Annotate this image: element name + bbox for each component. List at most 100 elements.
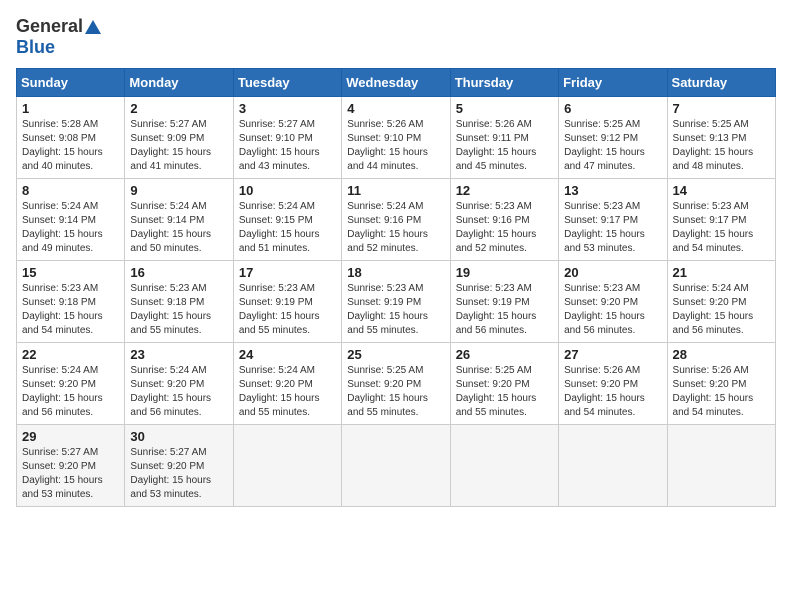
day-info: Sunrise: 5:26 AMSunset: 9:20 PMDaylight:… <box>564 364 661 420</box>
weekday-header-monday: Monday <box>125 69 233 97</box>
day-info: Sunrise: 5:24 AMSunset: 9:20 PMDaylight:… <box>239 364 336 420</box>
calendar-cell: 23 Sunrise: 5:24 AMSunset: 9:20 PMDayligh… <box>125 343 233 425</box>
calendar-cell: 14 Sunrise: 5:23 AMSunset: 9:17 PMDayligh… <box>667 179 775 261</box>
day-number: 12 <box>456 183 553 198</box>
day-info: Sunrise: 5:23 AMSunset: 9:17 PMDaylight:… <box>564 200 661 256</box>
calendar-cell: 4 Sunrise: 5:26 AMSunset: 9:10 PMDaylight… <box>342 97 450 179</box>
weekday-header-row: SundayMondayTuesdayWednesdayThursdayFrid… <box>17 69 776 97</box>
day-number: 9 <box>130 183 227 198</box>
calendar-week-row: 29 Sunrise: 5:27 AMSunset: 9:20 PMDayligh… <box>17 425 776 507</box>
calendar-cell: 10 Sunrise: 5:24 AMSunset: 9:15 PMDayligh… <box>233 179 341 261</box>
day-number: 3 <box>239 101 336 116</box>
calendar-cell: 13Sunrise: 5:23 AMSunset: 9:17 PMDayligh… <box>559 179 667 261</box>
day-info: Sunrise: 5:23 AMSunset: 9:18 PMDaylight:… <box>22 282 119 338</box>
calendar-cell: 18 Sunrise: 5:23 AMSunset: 9:19 PMDayligh… <box>342 261 450 343</box>
calendar-cell: 29 Sunrise: 5:27 AMSunset: 9:20 PMDayligh… <box>17 425 125 507</box>
day-number: 21 <box>673 265 770 280</box>
day-info: Sunrise: 5:25 AMSunset: 9:13 PMDaylight:… <box>673 118 770 174</box>
calendar-week-row: 8 Sunrise: 5:24 AMSunset: 9:14 PMDaylight… <box>17 179 776 261</box>
day-info: Sunrise: 5:27 AMSunset: 9:20 PMDaylight:… <box>22 446 119 502</box>
day-number: 23 <box>130 347 227 362</box>
calendar-cell: 5 Sunrise: 5:26 AMSunset: 9:11 PMDaylight… <box>450 97 558 179</box>
logo-general-text: General <box>16 16 83 37</box>
weekday-header-tuesday: Tuesday <box>233 69 341 97</box>
day-info: Sunrise: 5:26 AMSunset: 9:20 PMDaylight:… <box>673 364 770 420</box>
calendar-cell: 8 Sunrise: 5:24 AMSunset: 9:14 PMDaylight… <box>17 179 125 261</box>
day-info: Sunrise: 5:28 AMSunset: 9:08 PMDaylight:… <box>22 118 119 174</box>
day-info: Sunrise: 5:24 AMSunset: 9:14 PMDaylight:… <box>130 200 227 256</box>
day-info: Sunrise: 5:23 AMSunset: 9:19 PMDaylight:… <box>347 282 444 338</box>
day-number: 2 <box>130 101 227 116</box>
day-number: 27 <box>564 347 661 362</box>
day-number: 8 <box>22 183 119 198</box>
day-info: Sunrise: 5:24 AMSunset: 9:14 PMDaylight:… <box>22 200 119 256</box>
day-number: 10 <box>239 183 336 198</box>
calendar-cell: 20 Sunrise: 5:23 AMSunset: 9:20 PMDayligh… <box>559 261 667 343</box>
day-info: Sunrise: 5:27 AMSunset: 9:09 PMDaylight:… <box>130 118 227 174</box>
calendar-cell: 2 Sunrise: 5:27 AMSunset: 9:09 PMDaylight… <box>125 97 233 179</box>
day-info: Sunrise: 5:23 AMSunset: 9:17 PMDaylight:… <box>673 200 770 256</box>
calendar-cell <box>342 425 450 507</box>
calendar-cell: 25Sunrise: 5:25 AMSunset: 9:20 PMDayligh… <box>342 343 450 425</box>
calendar-cell <box>233 425 341 507</box>
day-info: Sunrise: 5:24 AMSunset: 9:20 PMDaylight:… <box>22 364 119 420</box>
weekday-header-saturday: Saturday <box>667 69 775 97</box>
weekday-header-sunday: Sunday <box>17 69 125 97</box>
weekday-header-friday: Friday <box>559 69 667 97</box>
weekday-header-wednesday: Wednesday <box>342 69 450 97</box>
day-info: Sunrise: 5:23 AMSunset: 9:19 PMDaylight:… <box>239 282 336 338</box>
calendar-cell: 6 Sunrise: 5:25 AMSunset: 9:12 PMDaylight… <box>559 97 667 179</box>
calendar-cell: 12 Sunrise: 5:23 AMSunset: 9:16 PMDayligh… <box>450 179 558 261</box>
day-info: Sunrise: 5:27 AMSunset: 9:10 PMDaylight:… <box>239 118 336 174</box>
day-number: 6 <box>564 101 661 116</box>
calendar-week-row: 22Sunrise: 5:24 AMSunset: 9:20 PMDayligh… <box>17 343 776 425</box>
logo-blue-text: Blue <box>16 37 55 58</box>
day-number: 1 <box>22 101 119 116</box>
day-info: Sunrise: 5:24 AMSunset: 9:16 PMDaylight:… <box>347 200 444 256</box>
day-number: 19 <box>456 265 553 280</box>
day-number: 7 <box>673 101 770 116</box>
calendar-cell <box>450 425 558 507</box>
calendar-cell: 30Sunrise: 5:27 AMSunset: 9:20 PMDayligh… <box>125 425 233 507</box>
calendar-cell: 3 Sunrise: 5:27 AMSunset: 9:10 PMDaylight… <box>233 97 341 179</box>
calendar-cell: 21 Sunrise: 5:24 AMSunset: 9:20 PMDayligh… <box>667 261 775 343</box>
calendar-week-row: 15 Sunrise: 5:23 AMSunset: 9:18 PMDayligh… <box>17 261 776 343</box>
calendar-cell: 15 Sunrise: 5:23 AMSunset: 9:18 PMDayligh… <box>17 261 125 343</box>
logo-icon <box>85 20 101 34</box>
day-number: 15 <box>22 265 119 280</box>
calendar-cell: 26Sunrise: 5:25 AMSunset: 9:20 PMDayligh… <box>450 343 558 425</box>
day-number: 29 <box>22 429 119 444</box>
day-number: 16 <box>130 265 227 280</box>
day-info: Sunrise: 5:25 AMSunset: 9:12 PMDaylight:… <box>564 118 661 174</box>
day-info: Sunrise: 5:26 AMSunset: 9:10 PMDaylight:… <box>347 118 444 174</box>
day-info: Sunrise: 5:26 AMSunset: 9:11 PMDaylight:… <box>456 118 553 174</box>
day-info: Sunrise: 5:23 AMSunset: 9:20 PMDaylight:… <box>564 282 661 338</box>
day-info: Sunrise: 5:24 AMSunset: 9:20 PMDaylight:… <box>130 364 227 420</box>
day-number: 4 <box>347 101 444 116</box>
calendar-cell: 16Sunrise: 5:23 AMSunset: 9:18 PMDayligh… <box>125 261 233 343</box>
calendar-cell: 7 Sunrise: 5:25 AMSunset: 9:13 PMDaylight… <box>667 97 775 179</box>
day-number: 25 <box>347 347 444 362</box>
day-info: Sunrise: 5:24 AMSunset: 9:20 PMDaylight:… <box>673 282 770 338</box>
day-number: 14 <box>673 183 770 198</box>
calendar-cell: 27 Sunrise: 5:26 AMSunset: 9:20 PMDayligh… <box>559 343 667 425</box>
day-number: 5 <box>456 101 553 116</box>
day-info: Sunrise: 5:27 AMSunset: 9:20 PMDaylight:… <box>130 446 227 502</box>
calendar-cell: 17Sunrise: 5:23 AMSunset: 9:19 PMDayligh… <box>233 261 341 343</box>
day-info: Sunrise: 5:25 AMSunset: 9:20 PMDaylight:… <box>456 364 553 420</box>
day-number: 18 <box>347 265 444 280</box>
calendar-cell <box>667 425 775 507</box>
day-number: 24 <box>239 347 336 362</box>
calendar-cell: 11 Sunrise: 5:24 AMSunset: 9:16 PMDayligh… <box>342 179 450 261</box>
day-number: 11 <box>347 183 444 198</box>
day-info: Sunrise: 5:24 AMSunset: 9:15 PMDaylight:… <box>239 200 336 256</box>
header: General Blue <box>16 16 776 58</box>
calendar-cell: 22Sunrise: 5:24 AMSunset: 9:20 PMDayligh… <box>17 343 125 425</box>
day-number: 28 <box>673 347 770 362</box>
day-info: Sunrise: 5:23 AMSunset: 9:16 PMDaylight:… <box>456 200 553 256</box>
calendar-cell: 28 Sunrise: 5:26 AMSunset: 9:20 PMDayligh… <box>667 343 775 425</box>
calendar-cell: 9 Sunrise: 5:24 AMSunset: 9:14 PMDaylight… <box>125 179 233 261</box>
calendar-week-row: 1 Sunrise: 5:28 AMSunset: 9:08 PMDaylight… <box>17 97 776 179</box>
calendar-cell: 19Sunrise: 5:23 AMSunset: 9:19 PMDayligh… <box>450 261 558 343</box>
day-number: 20 <box>564 265 661 280</box>
